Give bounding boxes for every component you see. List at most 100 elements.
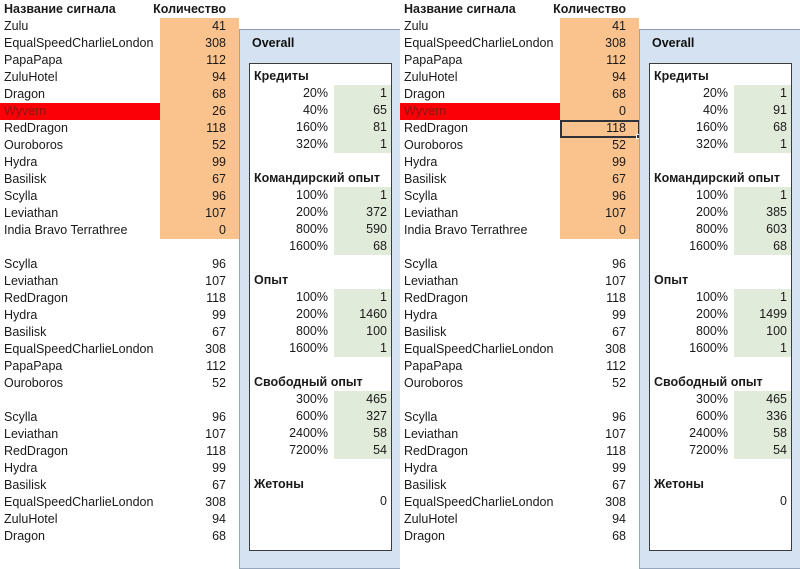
table-row[interactable]: EqualSpeedCharlieLondon 308 — [400, 35, 640, 52]
breakdown-percent: 200% — [296, 205, 328, 219]
table-row[interactable]: RedDragon 118 — [0, 120, 240, 137]
table-row[interactable]: Wyvern 26 — [0, 103, 240, 120]
breakdown-row: 600% 327 — [250, 408, 391, 425]
signal-qty-cell: 308 — [205, 495, 226, 509]
table-row[interactable]: Basilisk 67 — [400, 171, 640, 188]
table-row[interactable]: Dragon 68 — [400, 528, 640, 545]
table-row[interactable]: India Bravo Terrathree 0 — [400, 222, 640, 239]
signal-name-cell: RedDragon — [4, 121, 68, 135]
table-row[interactable]: Leviathan 107 — [400, 426, 640, 443]
table-row[interactable]: PapaPapa 112 — [0, 358, 240, 375]
breakdown-row: 40% 65 — [250, 102, 391, 119]
table-row[interactable]: RedDragon 118 — [400, 443, 640, 460]
signal-name-cell: Wyvern — [4, 104, 47, 118]
signal-name-cell: Leviathan — [404, 206, 459, 220]
table-row[interactable]: Dragon 68 — [0, 528, 240, 545]
table-row[interactable]: Ouroboros 52 — [0, 137, 240, 154]
table-row[interactable]: Leviathan 107 — [0, 273, 240, 290]
breakdown-row: 1600% 68 — [650, 238, 791, 255]
column-header-name: Название сигнала — [4, 2, 116, 16]
signal-qty-cell: 94 — [612, 512, 626, 526]
signal-name-cell: Leviathan — [4, 206, 59, 220]
table-row[interactable]: Basilisk 67 — [400, 477, 640, 494]
table-row[interactable]: Ouroboros 52 — [400, 375, 640, 392]
table-row[interactable]: RedDragon 118 — [400, 290, 640, 307]
breakdown-value: 54 — [773, 443, 787, 457]
breakdown-percent: 100% — [696, 188, 728, 202]
table-row[interactable]: Dragon 68 — [0, 86, 240, 103]
table-row[interactable]: Leviathan 107 — [0, 426, 240, 443]
breakdown-row: 800% 100 — [650, 323, 791, 340]
table-row[interactable]: Scylla 96 — [0, 409, 240, 426]
signal-qty-cell: 308 — [205, 36, 226, 50]
signal-qty-cell: 112 — [206, 359, 226, 373]
breakdown-value: 1 — [780, 137, 787, 151]
breakdown-row: 320% 1 — [650, 136, 791, 153]
table-row[interactable]: EqualSpeedCharlieLondon 308 — [400, 341, 640, 358]
table-row[interactable]: ZuluHotel 94 — [0, 511, 240, 528]
table-row[interactable]: Hydra 99 — [400, 154, 640, 171]
signal-name-cell: Hydra — [404, 461, 438, 475]
table-row[interactable]: ZuluHotel 94 — [400, 69, 640, 86]
table-row[interactable]: India Bravo Terrathree 0 — [0, 222, 240, 239]
signal-qty-cell: 308 — [605, 36, 626, 50]
signal-qty-cell: 118 — [606, 444, 626, 458]
table-row[interactable]: Basilisk 67 — [0, 477, 240, 494]
table-row[interactable]: Scylla 96 — [400, 188, 640, 205]
column-header-qty: Количество — [553, 2, 626, 16]
table-row[interactable]: Ouroboros 52 — [400, 137, 640, 154]
table-row[interactable]: Scylla 96 — [0, 256, 240, 273]
table-row[interactable]: Hydra 99 — [400, 460, 640, 477]
table-row[interactable]: Leviathan 107 — [400, 273, 640, 290]
table-row[interactable]: RedDragon 118 — [0, 443, 240, 460]
table-row[interactable]: ZuluHotel 94 — [0, 69, 240, 86]
table-row[interactable]: Basilisk 67 — [400, 324, 640, 341]
signal-qty-cell: 99 — [212, 308, 226, 322]
breakdown-value: 1 — [780, 290, 787, 304]
table-row[interactable]: Basilisk 67 — [0, 171, 240, 188]
table-row[interactable]: PapaPapa 112 — [0, 52, 240, 69]
signal-qty-cell: 107 — [205, 427, 226, 441]
table-row[interactable]: RedDragon 118 — [0, 290, 240, 307]
table-row[interactable]: Dragon 68 — [400, 86, 640, 103]
table-row[interactable]: RedDragon 118 — [400, 120, 640, 137]
table-row[interactable]: PapaPapa 112 — [400, 52, 640, 69]
column-header-qty: Количество — [153, 2, 226, 16]
breakdown-row: 300% 465 — [250, 391, 391, 408]
table-row[interactable]: Zulu 41 — [400, 18, 640, 35]
signal-name-cell: Ouroboros — [4, 376, 64, 390]
table-row[interactable]: Hydra 99 — [0, 307, 240, 324]
breakdown-value: 1 — [380, 188, 387, 202]
signal-name-cell: Leviathan — [4, 274, 59, 288]
table-row[interactable]: EqualSpeedCharlieLondon 308 — [0, 341, 240, 358]
signal-qty-cell: 52 — [612, 138, 626, 152]
signal-name-cell: RedDragon — [404, 444, 468, 458]
table-row[interactable]: Leviathan 107 — [400, 205, 640, 222]
table-row[interactable]: Wyvern 0 — [400, 103, 640, 120]
table-row[interactable]: Zulu 41 — [0, 18, 240, 35]
signal-name-cell: ZuluHotel — [404, 70, 458, 84]
breakdown-percent: 800% — [296, 324, 328, 338]
table-row[interactable]: Hydra 99 — [0, 154, 240, 171]
table-row[interactable]: Ouroboros 52 — [0, 375, 240, 392]
table-row[interactable]: Hydra 99 — [400, 307, 640, 324]
section-title: Опыт — [254, 273, 289, 287]
table-row[interactable]: EqualSpeedCharlieLondon 308 — [400, 494, 640, 511]
table-row[interactable]: Scylla 96 — [400, 256, 640, 273]
table-row[interactable]: Hydra 99 — [0, 460, 240, 477]
signal-name-cell: Hydra — [4, 461, 38, 475]
table-row[interactable]: Scylla 96 — [400, 409, 640, 426]
table-row[interactable]: PapaPapa 112 — [400, 358, 640, 375]
breakdown-value: 372 — [366, 205, 387, 219]
table-row[interactable]: Scylla 96 — [0, 188, 240, 205]
breakdown-value: 465 — [766, 392, 787, 406]
signal-name-cell: Scylla — [4, 410, 38, 424]
table-row[interactable]: Basilisk 67 — [0, 324, 240, 341]
table-row[interactable]: EqualSpeedCharlieLondon 308 — [0, 35, 240, 52]
breakdown-percent: 2400% — [689, 426, 728, 440]
table-row[interactable]: EqualSpeedCharlieLondon 308 — [0, 494, 240, 511]
table-row[interactable]: ZuluHotel 94 — [400, 511, 640, 528]
table-row[interactable]: Leviathan 107 — [0, 205, 240, 222]
breakdown-percent: 600% — [296, 409, 328, 423]
overall-panel: Overall Кредиты 20% 1 40% 91 160% 68 320% 1 Команд… — [639, 29, 800, 569]
